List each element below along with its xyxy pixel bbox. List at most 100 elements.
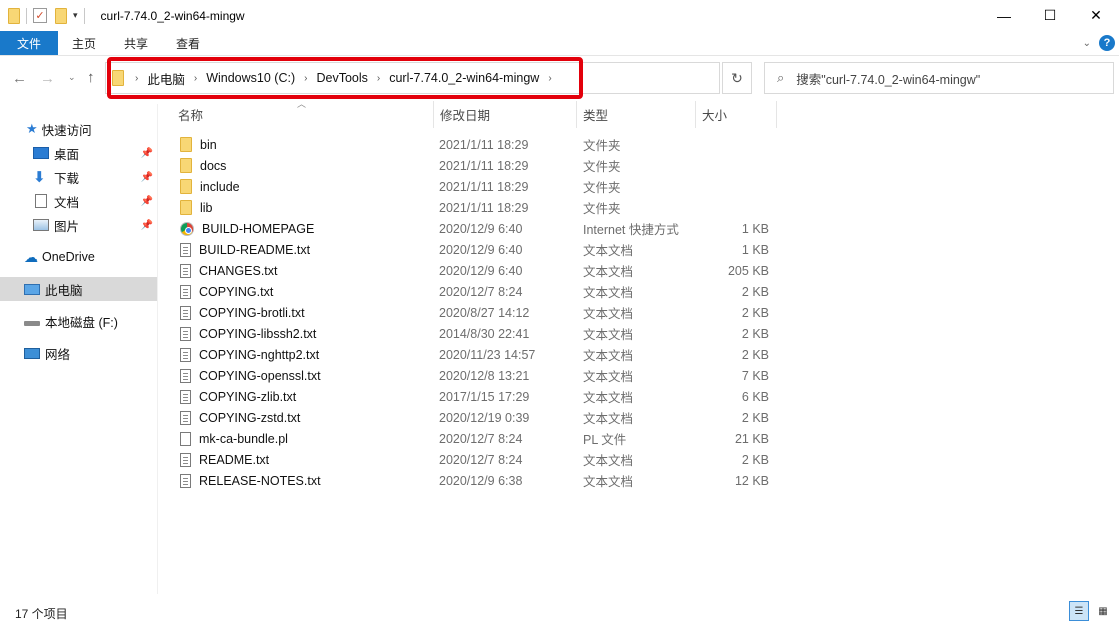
file-size: 12 KB — [734, 473, 769, 488]
column-header-name[interactable]: 名称 — [172, 101, 434, 128]
up-arrow-icon[interactable]: ↑ — [87, 69, 95, 86]
sidebar-item-downloads[interactable]: ⬇ 下载 📌 — [0, 165, 157, 189]
tab-view[interactable]: 查看 — [162, 31, 214, 55]
sidebar-item-label: 网络 — [45, 347, 71, 362]
text-file-icon — [180, 452, 191, 467]
search-input[interactable]: ⌕ 搜索"curl-7.74.0_2-win64-mingw" — [764, 62, 1114, 94]
file-name: COPYING-openssl.txt — [199, 368, 321, 383]
file-row[interactable]: COPYING-nghttp2.txt 2020/11/23 14:57 文本文档 2… — [172, 344, 792, 365]
sidebar-item-quick-access[interactable]: ★ 快速访问 — [0, 117, 157, 141]
file-name-cell: mk-ca-bundle.pl — [180, 431, 288, 446]
refresh-button[interactable]: ↻ — [722, 62, 752, 94]
file-name-cell: COPYING.txt — [180, 284, 273, 299]
sidebar-item-desktop[interactable]: 桌面 📌 — [0, 141, 157, 165]
file-type: 文本文档 — [583, 412, 634, 426]
new-folder-icon[interactable] — [55, 7, 67, 24]
sidebar-item-label: 本地磁盘 (F:) — [45, 315, 118, 330]
customize-qat-icon[interactable]: ▾ — [73, 10, 78, 21]
file-row[interactable]: CHANGES.txt 2020/12/9 6:40 文本文档 205 KB — [172, 260, 792, 281]
search-placeholder: 搜索"curl-7.74.0_2-win64-mingw" — [796, 72, 981, 87]
text-file-icon — [180, 326, 191, 341]
file-row[interactable]: COPYING-zlib.txt 2017/1/15 17:29 文本文档 6 KB — [172, 386, 792, 407]
tab-file[interactable]: 文件 — [0, 31, 58, 55]
file-row[interactable]: COPYING.txt 2020/12/7 8:24 文本文档 2 KB — [172, 281, 792, 302]
file-name: COPYING-zlib.txt — [199, 389, 297, 404]
sidebar-item-label: 桌面 — [54, 147, 80, 162]
sidebar-item-local-disk-f[interactable]: 本地磁盘 (F:) — [0, 309, 157, 333]
file-name: lib — [200, 200, 213, 215]
file-row[interactable]: bin 2021/1/11 18:29 文件夹 — [172, 134, 792, 155]
close-button[interactable]: ✕ — [1073, 0, 1119, 31]
file-name: bin — [200, 137, 217, 152]
column-header-size[interactable]: 大小 — [696, 101, 777, 128]
sidebar-item-label: OneDrive — [42, 250, 95, 264]
file-date: 2021/1/11 18:29 — [439, 137, 529, 152]
text-file-icon — [180, 389, 191, 404]
column-header-type[interactable]: 类型 — [577, 101, 696, 128]
file-name: BUILD-README.txt — [199, 242, 311, 257]
file-date: 2020/12/7 8:24 — [439, 284, 523, 299]
details-view-icon[interactable]: ☰ — [1069, 601, 1089, 621]
picture-icon — [33, 219, 49, 231]
drive-icon — [24, 320, 40, 326]
file-date: 2020/12/9 6:40 — [439, 221, 523, 236]
file-name-cell: COPYING-libssh2.txt — [180, 326, 316, 341]
file-row[interactable]: COPYING-zstd.txt 2020/12/19 0:39 文本文档 2 KB — [172, 407, 792, 428]
file-name-cell: RELEASE-NOTES.txt — [180, 473, 321, 488]
file-row[interactable]: COPYING-openssl.txt 2020/12/8 13:21 文本文档 7 … — [172, 365, 792, 386]
file-type: 文本文档 — [583, 286, 634, 300]
ribbon-right: ⌄ ? — [1083, 35, 1115, 51]
file-name-cell: COPYING-zlib.txt — [180, 389, 297, 404]
file-name-cell: BUILD-README.txt — [180, 242, 311, 257]
properties-icon[interactable]: ✓ — [33, 8, 47, 23]
file-row[interactable]: mk-ca-bundle.pl 2020/12/7 8:24 PL 文件 21 KB — [172, 428, 792, 449]
pin-icon[interactable]: 📌 — [141, 172, 153, 183]
tab-home[interactable]: 主页 — [58, 31, 110, 55]
pin-icon[interactable]: 📌 — [141, 196, 153, 207]
sidebar-item-this-pc[interactable]: 此电脑 — [0, 277, 157, 301]
download-icon: ⬇ — [33, 169, 46, 186]
recent-locations-icon[interactable]: ⌄ — [68, 72, 76, 83]
file-size: 2 KB — [741, 410, 769, 425]
file-row[interactable]: COPYING-libssh2.txt 2014/8/30 22:41 文本文档 2 … — [172, 323, 792, 344]
file-type: 文本文档 — [583, 265, 634, 279]
sidebar-item-network[interactable]: 网络 — [0, 341, 157, 365]
tab-share[interactable]: 共享 — [110, 31, 162, 55]
help-icon[interactable]: ? — [1099, 35, 1115, 51]
maximize-button[interactable]: ☐ — [1027, 0, 1073, 31]
folder-icon — [180, 137, 192, 152]
text-file-icon — [180, 305, 191, 320]
file-row[interactable]: COPYING-brotli.txt 2020/8/27 14:12 文本文档 2 K… — [172, 302, 792, 323]
sidebar-item-onedrive[interactable]: ☁ OneDrive — [0, 245, 157, 269]
file-row[interactable]: BUILD-README.txt 2020/12/9 6:40 文本文档 1 KB — [172, 239, 792, 260]
file-size: 2 KB — [741, 347, 769, 362]
file-row[interactable]: include 2021/1/11 18:29 文件夹 — [172, 176, 792, 197]
forward-arrow-icon[interactable]: → — [40, 70, 55, 87]
large-icons-view-icon[interactable]: ▦ — [1093, 601, 1113, 621]
file-row[interactable]: README.txt 2020/12/7 8:24 文本文档 2 KB — [172, 449, 792, 470]
file-date: 2020/12/19 0:39 — [439, 410, 530, 425]
sidebar-item-pictures[interactable]: 图片 📌 — [0, 213, 157, 237]
refresh-icon: ↻ — [731, 69, 743, 86]
file-row[interactable]: docs 2021/1/11 18:29 文件夹 — [172, 155, 792, 176]
text-file-icon — [180, 410, 191, 425]
minimize-button[interactable]: — — [981, 0, 1027, 31]
cloud-icon: ☁ — [24, 248, 38, 265]
column-header-date-modified[interactable]: 修改日期 — [434, 101, 577, 128]
pin-icon[interactable]: 📌 — [141, 220, 153, 231]
folder-icon — [180, 158, 192, 173]
sidebar-item-documents[interactable]: 文档 📌 — [0, 189, 157, 213]
back-arrow-icon[interactable]: ← — [12, 70, 27, 87]
pin-icon[interactable]: 📌 — [141, 148, 153, 159]
file-name-cell: README.txt — [180, 452, 269, 467]
sidebar-item-label: 下载 — [54, 171, 80, 186]
file-name-cell: COPYING-openssl.txt — [180, 368, 321, 383]
file-size: 205 KB — [727, 263, 769, 278]
file-row[interactable]: BUILD-HOMEPAGE 2020/12/9 6:40 Internet 快捷方… — [172, 218, 792, 239]
file-row[interactable]: lib 2021/1/11 18:29 文件夹 — [172, 197, 792, 218]
folder-icon — [180, 179, 192, 194]
file-type: 文本文档 — [583, 307, 634, 321]
expand-ribbon-icon[interactable]: ⌄ — [1083, 38, 1091, 49]
file-row[interactable]: RELEASE-NOTES.txt 2020/12/9 6:38 文本文档 12 KB — [172, 470, 792, 491]
perl-file-icon — [180, 431, 191, 446]
